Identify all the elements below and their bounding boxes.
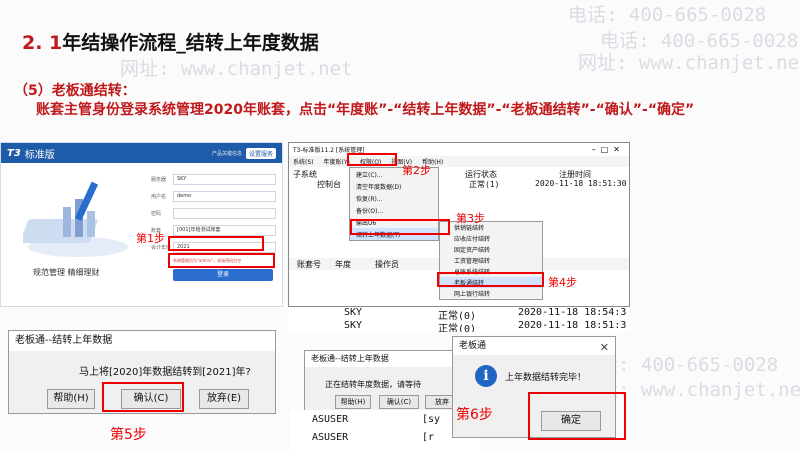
step-5-label: 第5步 [110,427,147,443]
menu-system[interactable]: 系统(S) [293,157,314,166]
table-row: SKY 正常(0) 2020-11-18 18:54:3 [288,307,630,322]
carry-forward-submenu: 供销链结转 应收应付结转 固定资产结转 工资管理结转 总账系统结转 老板通结转 … [439,221,543,300]
highlight-year-menu-box [347,153,397,166]
row-server: SKY [344,307,363,318]
close-icon[interactable]: ✕ [600,339,609,357]
asuser-name: ASUSER [312,432,349,443]
progress-dialog: 老板通--结转上年数据 正在结转年度数据，请等待 帮助(H) 确认(C) 放弃 [304,350,464,412]
col-subsystem: 子系统 [293,170,317,179]
brand-logo: T3 [7,147,21,159]
done-message: 上年数据结转完毕！ [505,373,587,383]
cancel-button[interactable]: 放弃(E) [199,389,249,409]
done-dialog-title-text: 老板通 [459,341,487,351]
login-button[interactable]: 登录 [173,269,273,281]
account-select[interactable]: [001]年结测试账套 [173,225,276,236]
highlight-boss-tong-box [437,272,544,287]
submenu-ar-ap[interactable]: 应收应付结转 [440,233,542,244]
col-year: 年度 [335,260,351,269]
settings-button[interactable]: 设置服务 [245,147,276,159]
progress-confirm-button[interactable]: 确认(C) [379,395,419,409]
highlight-confirm-box [102,382,184,412]
watermark-url: 网址: www.chanjet.net [578,52,800,74]
confirm-dialog-title-text: 老板通--结转上年数据 [15,335,113,346]
login-window: T3 标准版 产品关键信息 设置服务 规范管理 精细理财 服务器 SKY 用户名 d… [0,142,283,307]
col-operator: 操作员 [375,260,399,269]
cell-register-time: 2020-11-18 18:51:30 [535,179,627,188]
sysmgr-title-bar: T3-标准版11.2 [系统管理] –□✕ [289,143,629,156]
product-tip: 产品关键信息 [211,150,242,157]
step-3-label: 第3步 [456,212,485,225]
confirm-message: 马上将[2020]年数据结转到[2021]年? [79,367,251,378]
watermark-url: 网址: www.chanjet.net [120,58,353,80]
slide-title-number: 2. 1 [22,32,63,54]
account-table-strip: SKY 正常(0) 2020-11-18 18:54:3 SKY 正常(0) 2… [288,306,630,332]
slide-title: 2. 1年结操作流程_结转上年度数据 [22,28,319,55]
login-title-bar: T3 标准版 产品关键信息 设置服务 [1,143,282,163]
progress-dialog-title: 老板通--结转上年数据 [305,351,463,367]
menu-item-restore[interactable]: 恢复(R)... [350,192,438,204]
edition-label: 标准版 [24,149,55,161]
highlight-account-box [168,236,264,251]
highlight-ok-box [528,392,626,440]
slide-title-text: 年结操作流程_结转上年度数据 [62,32,319,54]
username-label: 用户名 [151,194,167,200]
progress-message: 正在结转年度数据，请等待 [325,380,421,389]
cell-status: 正常(1) [469,180,500,189]
subsystem-table: 子系统 运行状态 注册时间 控制台 正常(1) 2020-11-18 18:51… [289,169,629,189]
asuser-value: [r [422,432,435,443]
confirm-dialog-title: 老板通--结转上年数据 [9,331,275,351]
progress-help-button[interactable]: 帮助(H) [335,395,371,409]
row-time: 2020-11-18 18:54:3 [518,307,627,318]
menu-year-account[interactable]: 年度账(Y) [324,157,350,166]
col-account-no: 账套号 [297,260,321,269]
step-2-label: 第2步 [402,164,431,177]
step-4-label: 第4步 [548,276,577,289]
password-label: 密码 [151,211,162,217]
table-row: SKY 正常(0) 2020-11-18 18:51:3 [288,320,630,332]
asuser-value: [sy [422,414,441,425]
submenu-online-bank[interactable]: 网上银行结转 [440,288,542,299]
step-6-label: 第6步 [456,407,493,423]
asuser-name: ASUSER [312,414,349,425]
menu-item-clear[interactable]: 清空年度数据(D) [350,180,438,192]
server-label: 服务器 [151,177,167,183]
info-icon: i [475,365,497,387]
cell-subsystem: 控制台 [317,180,341,189]
step-description: 账套主管身份登录系统管理2020年账套，点击“年度账”-“结转上年数据”-“老板… [36,102,695,118]
highlight-carry-forward-box [350,219,450,235]
slogan: 规范管理 精细理财 [33,268,100,277]
server-field[interactable]: SKY [173,174,276,185]
progress-dialog-title-text: 老板通--结转上年数据 [311,354,389,363]
submenu-payroll[interactable]: 工资管理结转 [440,255,542,266]
menu-item-backup[interactable]: 备份(O)... [350,204,438,216]
row-time: 2020-11-18 18:51:3 [518,320,627,331]
watermark-phone: 电话: 400-665-0028 [568,4,767,26]
help-button[interactable]: 帮助(H) [47,389,95,409]
pen-chart-illustration-icon [23,181,128,257]
step-1-label: 第1步 [136,232,165,245]
step-heading: （5）老板通结转： [14,83,136,99]
row-server: SKY [344,320,363,331]
username-field[interactable]: demo [173,191,276,202]
submenu-fixed-assets[interactable]: 固定资产结转 [440,244,542,255]
window-controls-icon[interactable]: –□✕ [592,145,625,154]
sysmgr-menu-bar: 系统(S) 年度账(Y) 权限(O) 视图(V) 帮助(H) [289,156,629,167]
highlight-year-box [168,253,275,268]
password-field[interactable] [173,208,276,219]
row-status: 正常(0) [438,324,477,332]
done-dialog-title: 老板通 ✕ [453,337,615,355]
